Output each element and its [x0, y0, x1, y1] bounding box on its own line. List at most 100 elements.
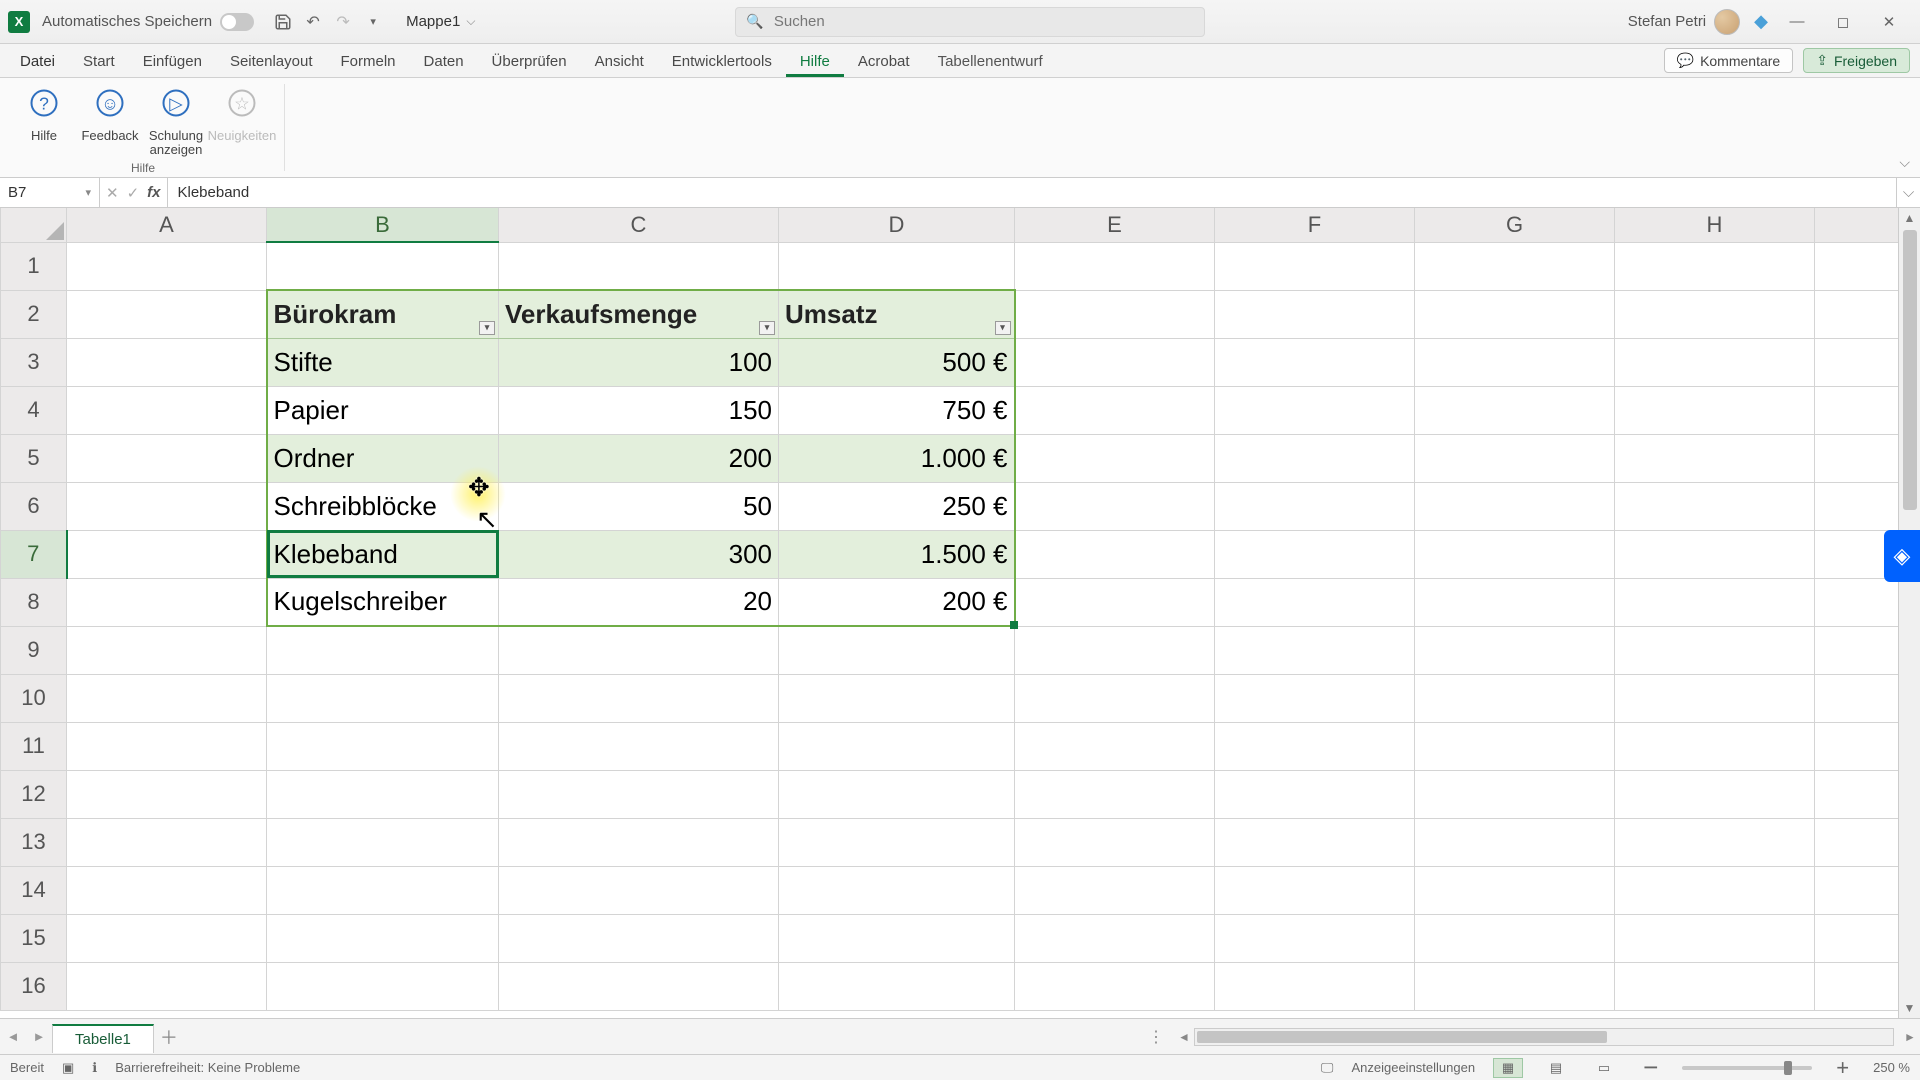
cell-F15[interactable]: [1215, 914, 1415, 962]
cell-F10[interactable]: [1215, 674, 1415, 722]
cell-H11[interactable]: [1615, 722, 1815, 770]
cell-F12[interactable]: [1215, 770, 1415, 818]
zoom-slider[interactable]: [1682, 1066, 1812, 1070]
cell-D11[interactable]: [779, 722, 1015, 770]
cell-B15[interactable]: [267, 914, 499, 962]
cell-B1[interactable]: [267, 242, 499, 290]
cell-D13[interactable]: [779, 818, 1015, 866]
cell-C11[interactable]: [499, 722, 779, 770]
cell-A11[interactable]: [67, 722, 267, 770]
cell-A4[interactable]: [67, 386, 267, 434]
row-header-8[interactable]: 8: [1, 578, 67, 626]
cell-C3[interactable]: 100: [499, 338, 779, 386]
cell-G7[interactable]: [1415, 530, 1615, 578]
cell-G8[interactable]: [1415, 578, 1615, 626]
cell-C5[interactable]: 200: [499, 434, 779, 482]
tab-tabellenentwurf[interactable]: Tabellenentwurf: [924, 47, 1057, 77]
row-header-7[interactable]: 7: [1, 530, 67, 578]
tab-hilfe[interactable]: Hilfe: [786, 47, 844, 77]
minimize-button[interactable]: —: [1774, 0, 1820, 44]
filter-icon[interactable]: ▾: [759, 321, 775, 335]
cell-G13[interactable]: [1415, 818, 1615, 866]
cell-E1[interactable]: [1015, 242, 1215, 290]
scroll-up-icon[interactable]: ▲: [1899, 208, 1920, 228]
cell-E14[interactable]: [1015, 866, 1215, 914]
cell-A16[interactable]: [67, 962, 267, 1010]
expand-formula-bar-icon[interactable]: ⌵: [1896, 178, 1920, 207]
col-header-H[interactable]: H: [1615, 208, 1815, 242]
cell-E12[interactable]: [1015, 770, 1215, 818]
cell-D6[interactable]: 250 €: [779, 482, 1015, 530]
cell-B11[interactable]: [267, 722, 499, 770]
cell-C14[interactable]: [499, 866, 779, 914]
cell-H10[interactable]: [1615, 674, 1815, 722]
tab-entwicklertools[interactable]: Entwicklertools: [658, 47, 786, 77]
cell-C12[interactable]: [499, 770, 779, 818]
cell-F14[interactable]: [1215, 866, 1415, 914]
cell-B13[interactable]: [267, 818, 499, 866]
horizontal-scrollbar[interactable]: [1194, 1028, 1894, 1046]
cell-G3[interactable]: [1415, 338, 1615, 386]
cell-C16[interactable]: [499, 962, 779, 1010]
cell-A2[interactable]: [67, 290, 267, 338]
formula-input[interactable]: Klebeband: [168, 178, 1897, 207]
sheet-tab-options-icon[interactable]: ⋮: [1148, 1027, 1164, 1047]
cell-D5[interactable]: 1.000 €: [779, 434, 1015, 482]
scroll-down-icon[interactable]: ▼: [1899, 998, 1920, 1018]
autofill-handle[interactable]: [1010, 621, 1018, 629]
add-sheet-button[interactable]: ＋: [154, 1024, 184, 1050]
filter-icon[interactable]: ▾: [995, 321, 1011, 335]
cell-H8[interactable]: [1615, 578, 1815, 626]
cell-H15[interactable]: [1615, 914, 1815, 962]
autosave-toggle[interactable]: [220, 13, 254, 31]
cell-F13[interactable]: [1215, 818, 1415, 866]
cell-E11[interactable]: [1015, 722, 1215, 770]
cell-A8[interactable]: [67, 578, 267, 626]
cell-E13[interactable]: [1015, 818, 1215, 866]
row-header-2[interactable]: 2: [1, 290, 67, 338]
view-page-break-icon[interactable]: ▭: [1589, 1058, 1619, 1078]
cell-D10[interactable]: [779, 674, 1015, 722]
sheet-nav-prev-icon[interactable]: ◄: [0, 1029, 26, 1044]
sheet-tab[interactable]: Tabelle1: [52, 1024, 154, 1053]
col-header-F[interactable]: F: [1215, 208, 1415, 242]
cell-D14[interactable]: [779, 866, 1015, 914]
cell-G14[interactable]: [1415, 866, 1615, 914]
ribbon-btn-hilfe[interactable]: ?Hilfe: [14, 82, 74, 158]
cell-F8[interactable]: [1215, 578, 1415, 626]
cell-C10[interactable]: [499, 674, 779, 722]
display-settings-label[interactable]: Anzeigeeinstellungen: [1351, 1060, 1475, 1075]
cell-E4[interactable]: [1015, 386, 1215, 434]
cancel-formula-icon[interactable]: ✕: [106, 184, 119, 202]
cell-F5[interactable]: [1215, 434, 1415, 482]
cell-H5[interactable]: [1615, 434, 1815, 482]
row-header-6[interactable]: 6: [1, 482, 67, 530]
cell-D8[interactable]: 200 €: [779, 578, 1015, 626]
tab-daten[interactable]: Daten: [410, 47, 478, 77]
vertical-scrollbar[interactable]: ▲ ▼: [1898, 208, 1920, 1018]
cell-B3[interactable]: Stifte: [267, 338, 499, 386]
cell-C2[interactable]: Verkaufsmenge▾: [499, 290, 779, 338]
cell-E5[interactable]: [1015, 434, 1215, 482]
cell-D12[interactable]: [779, 770, 1015, 818]
cell-B12[interactable]: [267, 770, 499, 818]
row-header-5[interactable]: 5: [1, 434, 67, 482]
cell-H4[interactable]: [1615, 386, 1815, 434]
cell-H13[interactable]: [1615, 818, 1815, 866]
col-header-C[interactable]: C: [499, 208, 779, 242]
accept-formula-icon[interactable]: ✓: [127, 184, 140, 202]
save-icon[interactable]: [270, 9, 296, 35]
tab-acrobat[interactable]: Acrobat: [844, 47, 924, 77]
cell-B7[interactable]: Klebeband: [267, 530, 499, 578]
cell-B6[interactable]: Schreibblöcke: [267, 482, 499, 530]
cell-B10[interactable]: [267, 674, 499, 722]
view-normal-icon[interactable]: ▦: [1493, 1058, 1523, 1078]
cell-H14[interactable]: [1615, 866, 1815, 914]
col-header-A[interactable]: A: [67, 208, 267, 242]
cell-C8[interactable]: 20: [499, 578, 779, 626]
row-header-13[interactable]: 13: [1, 818, 67, 866]
macro-record-icon[interactable]: ▣: [62, 1060, 74, 1076]
close-button[interactable]: ✕: [1866, 0, 1912, 44]
cell-C4[interactable]: 150: [499, 386, 779, 434]
cell-B8[interactable]: Kugelschreiber: [267, 578, 499, 626]
